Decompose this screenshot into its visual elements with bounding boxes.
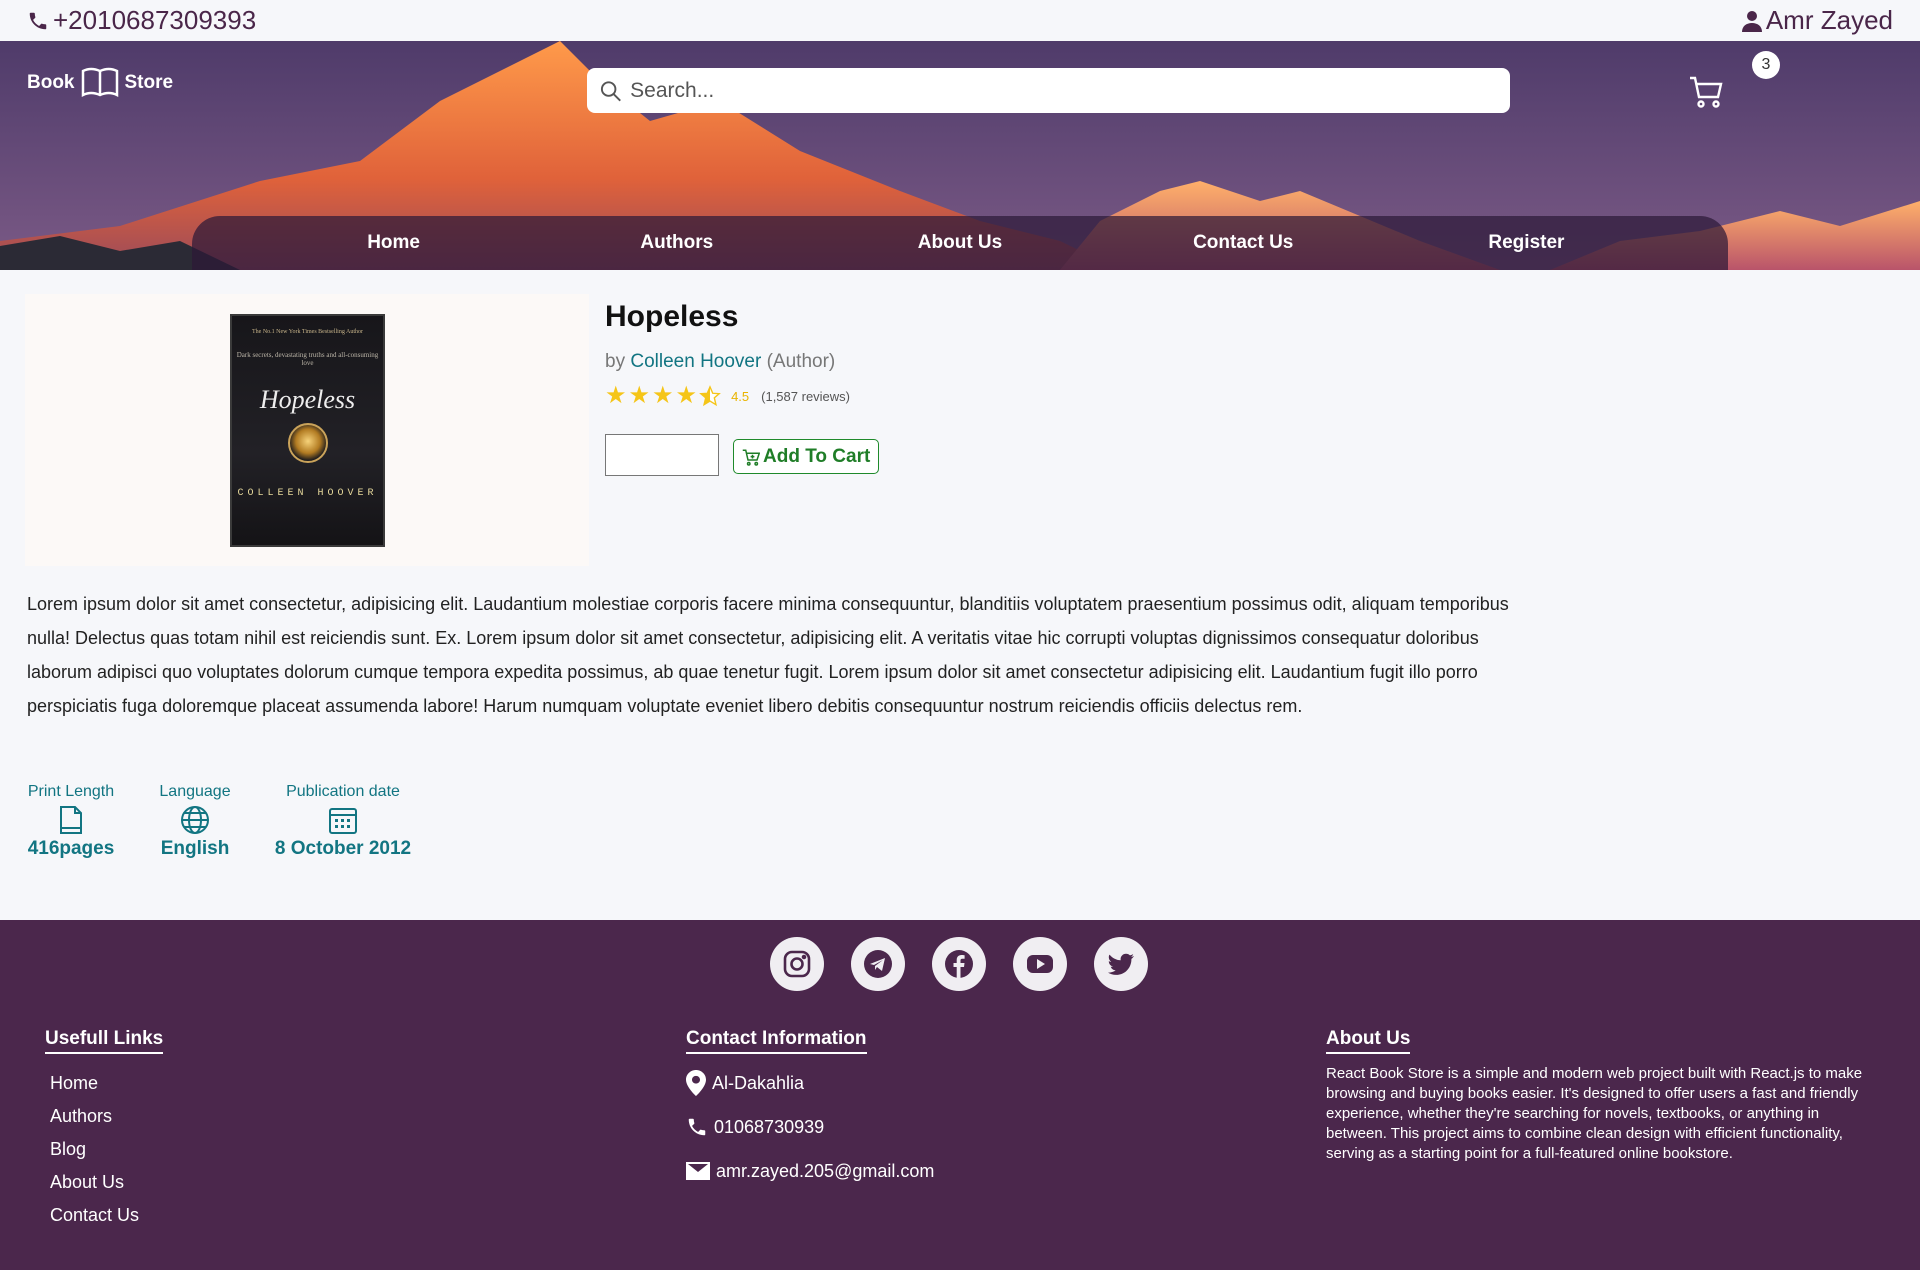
useful-links-column: Usefull Links Home Authors Blog About Us… bbox=[45, 1028, 164, 1232]
search-bar[interactable] bbox=[587, 68, 1510, 113]
footer-link-authors[interactable]: Authors bbox=[50, 1100, 163, 1133]
globe-icon bbox=[180, 805, 210, 835]
cover-title: Hopeless bbox=[259, 385, 356, 414]
cart-icon bbox=[1690, 76, 1723, 108]
phone-contact[interactable]: +2010687309393 bbox=[27, 5, 256, 36]
nav-home[interactable]: Home bbox=[252, 232, 535, 254]
youtube-icon[interactable] bbox=[1013, 937, 1067, 991]
cart-button[interactable] bbox=[1688, 75, 1724, 111]
detail-print-length: Print Length 416pages bbox=[27, 783, 115, 860]
user-name: Amr Zayed bbox=[1765, 5, 1893, 35]
top-bar: +2010687309393 Amr Zayed bbox=[0, 0, 1920, 41]
telegram-icon[interactable] bbox=[851, 937, 905, 991]
author-link[interactable]: Colleen Hoover bbox=[630, 351, 761, 372]
email-text: amr.zayed.205@gmail.com bbox=[716, 1160, 935, 1181]
brand-text-book: Book bbox=[27, 72, 75, 93]
user-account[interactable]: Amr Zayed bbox=[1741, 5, 1893, 36]
contact-address: Al-Dakahlia bbox=[686, 1067, 934, 1099]
contact-info-heading: Contact Information bbox=[686, 1028, 867, 1054]
phone-icon bbox=[29, 12, 47, 29]
phone-number: +2010687309393 bbox=[53, 5, 257, 35]
footer-links-list: Home Authors Blog About Us Contact Us bbox=[45, 1067, 163, 1232]
search-icon bbox=[600, 80, 621, 101]
envelope-icon bbox=[686, 1162, 710, 1180]
snow-globe-illustration bbox=[287, 423, 328, 463]
star-half-icon bbox=[699, 385, 721, 407]
detail-value: English bbox=[160, 838, 230, 859]
footer-link-contact-us[interactable]: Contact Us bbox=[50, 1199, 163, 1232]
useful-links-heading: Usefull Links bbox=[45, 1028, 164, 1054]
add-to-cart-label: Add To Cart bbox=[763, 445, 871, 467]
contact-phone-text: 01068730939 bbox=[714, 1116, 825, 1137]
product-section: The No.1 New York Times Bestselling Auth… bbox=[0, 270, 1920, 960]
user-icon bbox=[1741, 10, 1762, 32]
nav-authors[interactable]: Authors bbox=[535, 232, 818, 254]
by-label: by bbox=[605, 351, 626, 372]
instagram-icon[interactable] bbox=[770, 937, 824, 991]
nav-about-us[interactable]: About Us bbox=[818, 232, 1101, 254]
about-column: About Us React Book Store is a simple an… bbox=[1326, 1028, 1871, 1164]
twitter-icon[interactable] bbox=[1094, 937, 1148, 991]
rating: ★ ★ ★ ★ 4.5 (1,587 reviews) bbox=[605, 384, 850, 408]
contact-phone[interactable]: 01068730939 bbox=[686, 1111, 934, 1143]
rating-score: 4.5 bbox=[731, 388, 750, 404]
address-text: Al-Dakahlia bbox=[712, 1072, 805, 1093]
detail-label: Publication date bbox=[286, 783, 400, 800]
location-pin-icon bbox=[686, 1070, 706, 1096]
contact-info-column: Contact Information Al-Dakahlia 01068730… bbox=[686, 1028, 934, 1187]
book-description: Lorem ipsum dolor sit amet consectetur, … bbox=[27, 594, 1509, 716]
phone-icon bbox=[688, 1118, 706, 1136]
document-icon bbox=[58, 805, 84, 835]
facebook-icon[interactable] bbox=[932, 937, 986, 991]
detail-label: Language bbox=[159, 783, 231, 800]
detail-value: 416pages bbox=[27, 838, 115, 859]
open-book-icon bbox=[81, 67, 118, 98]
brand-logo[interactable]: Book Store bbox=[27, 67, 173, 99]
main-nav: Home Authors About Us Contact Us Registe… bbox=[192, 216, 1728, 270]
footer-link-blog[interactable]: Blog bbox=[50, 1133, 163, 1166]
cover-tagline: The No.1 New York Times Bestselling Auth… bbox=[251, 329, 363, 335]
cover-author: COLLEEN HOOVER bbox=[237, 488, 378, 499]
book-byline: by Colleen Hoover (Author) bbox=[605, 351, 835, 373]
book-cover-image: The No.1 New York Times Bestselling Auth… bbox=[230, 314, 385, 547]
footer: Usefull Links Home Authors Blog About Us… bbox=[0, 920, 1920, 1270]
cover-blurb: Dark secrets, devastating truths and all… bbox=[236, 351, 379, 367]
contact-email[interactable]: amr.zayed.205@gmail.com bbox=[686, 1155, 934, 1187]
cart-add-icon bbox=[742, 449, 760, 466]
search-input[interactable] bbox=[630, 78, 1498, 103]
star-full-icon: ★ bbox=[652, 382, 674, 409]
star-full-icon: ★ bbox=[628, 382, 651, 409]
detail-publication-date: Publication date 8 October 2012 bbox=[274, 783, 412, 860]
author-role: (Author) bbox=[766, 351, 836, 372]
star-full-icon: ★ bbox=[675, 382, 698, 409]
cart-count-badge: 3 bbox=[1752, 51, 1780, 79]
about-text: React Book Store is a simple and modern … bbox=[1326, 1065, 1863, 1162]
footer-link-about-us[interactable]: About Us bbox=[50, 1166, 163, 1199]
review-count: (1,587 reviews) bbox=[761, 388, 851, 404]
detail-label: Print Length bbox=[27, 783, 115, 800]
add-to-cart-button[interactable]: Add To Cart bbox=[733, 439, 880, 474]
social-links bbox=[770, 937, 1148, 991]
nav-contact-us[interactable]: Contact Us bbox=[1102, 232, 1385, 254]
brand-text-store: Store bbox=[124, 72, 174, 93]
quantity-input[interactable] bbox=[605, 434, 719, 476]
calendar-icon bbox=[328, 805, 358, 835]
header-hero: Book Store 3 Home Authors About Us Conta… bbox=[0, 41, 1920, 270]
book-title: Hopeless bbox=[605, 300, 739, 333]
about-heading: About Us bbox=[1326, 1028, 1411, 1054]
detail-language: Language English bbox=[159, 783, 231, 860]
nav-register[interactable]: Register bbox=[1385, 232, 1668, 254]
star-full-icon: ★ bbox=[605, 382, 627, 409]
detail-value: 8 October 2012 bbox=[274, 838, 412, 859]
footer-link-home[interactable]: Home bbox=[50, 1067, 163, 1100]
book-cover-panel: The No.1 New York Times Bestselling Auth… bbox=[25, 294, 589, 566]
